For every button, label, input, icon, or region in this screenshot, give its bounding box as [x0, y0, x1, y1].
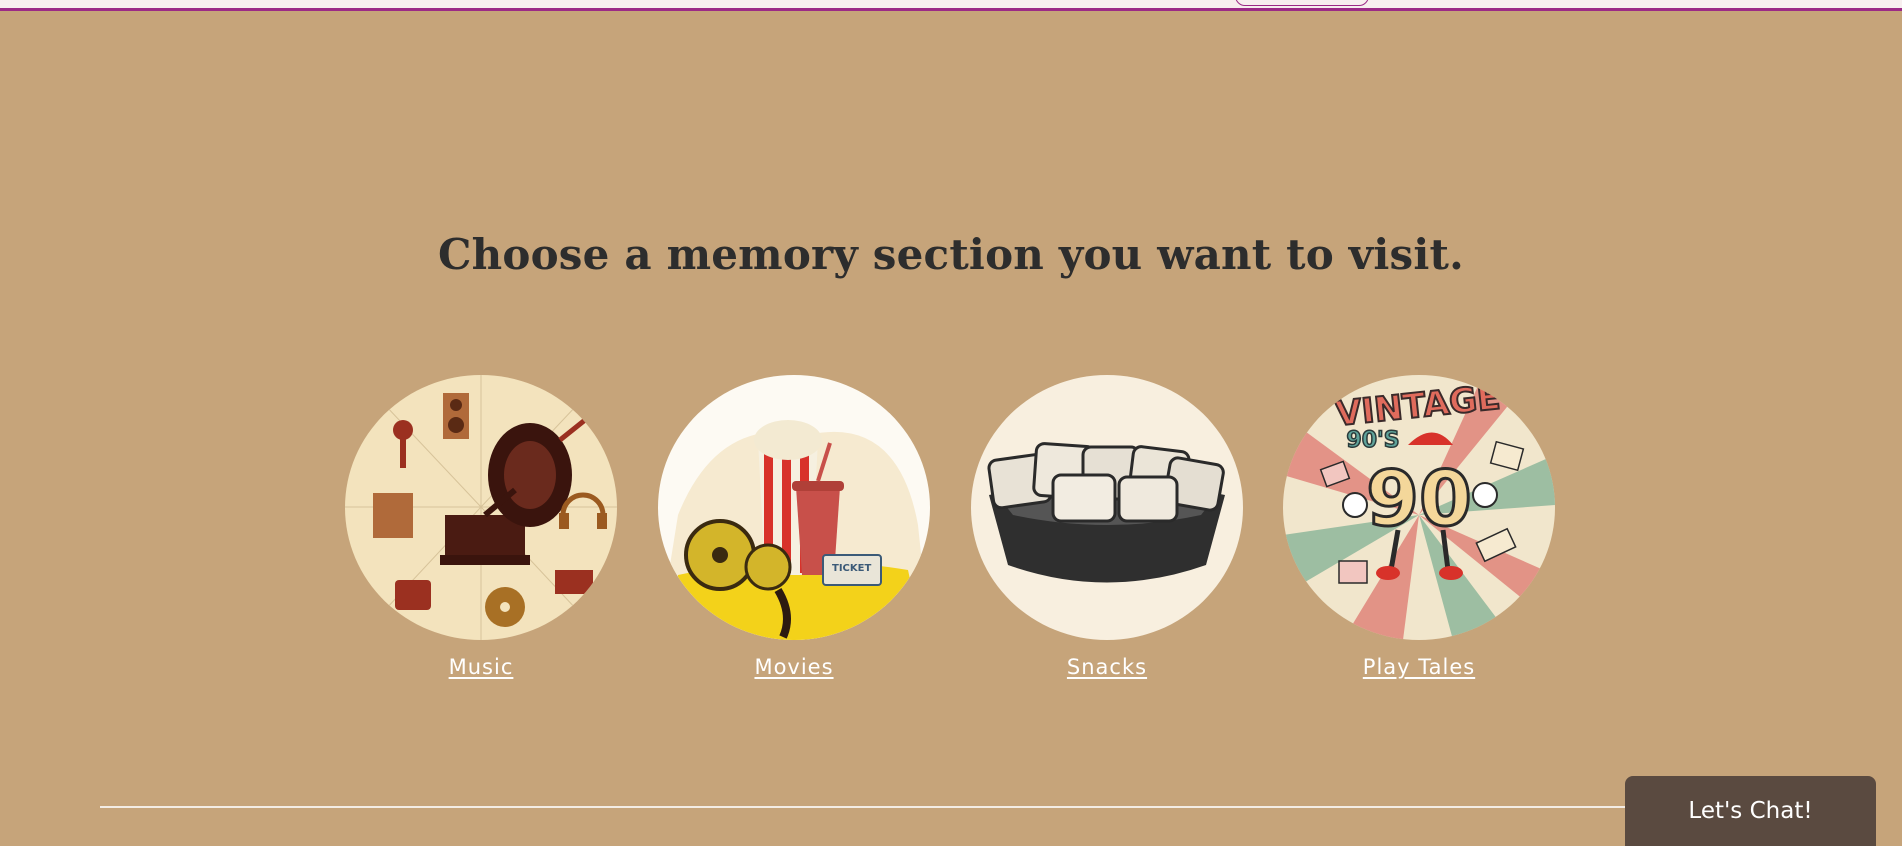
section-card-snacks: Snacks: [971, 375, 1243, 679]
footer-divider: [100, 806, 1660, 808]
ticket-label: TICKET: [832, 563, 871, 574]
section-card-movies: TICKET Movies: [658, 375, 930, 679]
music-link[interactable]: Music: [449, 655, 514, 679]
section-card-play-tales: VINTAGE 90'S 90 Play Tales: [1283, 375, 1555, 679]
music-image[interactable]: [345, 375, 617, 640]
vintage-number: 90: [1366, 454, 1472, 543]
top-header-bar: [0, 0, 1902, 11]
movies-image[interactable]: TICKET: [658, 375, 930, 640]
play-tales-link[interactable]: Play Tales: [1363, 655, 1475, 679]
snacks-image[interactable]: [971, 375, 1243, 640]
section-card-music: Music: [345, 375, 617, 679]
lets-chat-button[interactable]: Let's Chat!: [1625, 776, 1876, 846]
snacks-link[interactable]: Snacks: [1067, 655, 1147, 679]
vintage-subtitle: 90'S: [1346, 428, 1399, 453]
header-button-edge[interactable]: [1235, 0, 1369, 6]
movies-link[interactable]: Movies: [754, 655, 833, 679]
play-tales-image[interactable]: VINTAGE 90'S 90: [1283, 375, 1555, 640]
page-heading: Choose a memory section you want to visi…: [438, 230, 1464, 279]
